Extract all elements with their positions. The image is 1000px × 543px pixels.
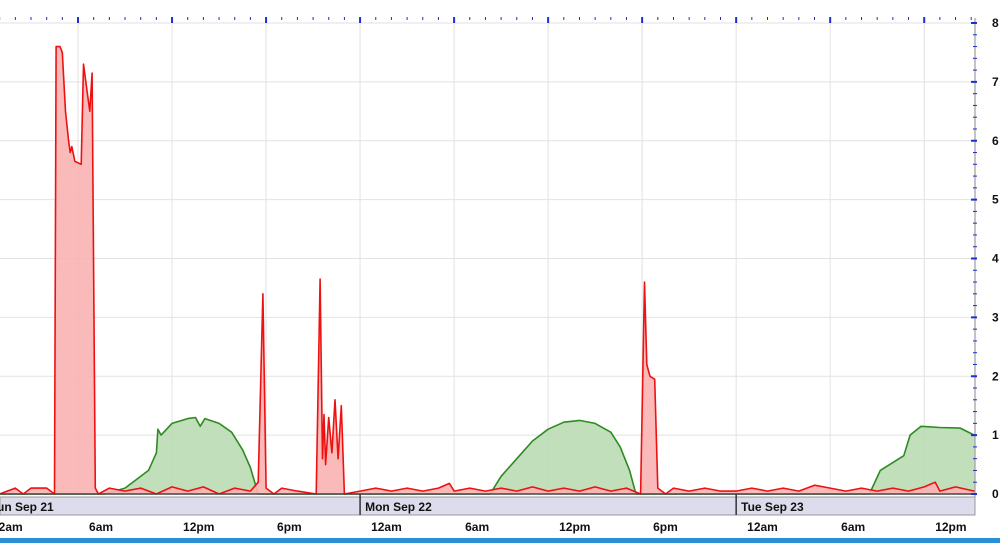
y-tick-label: 4 xyxy=(992,252,999,266)
y-tick-label: 3 xyxy=(992,310,999,324)
day-band xyxy=(0,496,976,516)
x-tick-label: 12pm xyxy=(183,520,214,534)
x-tick-label: 6am xyxy=(465,520,489,534)
day-label: Tue Sep 23 xyxy=(741,500,804,514)
x-tick-label: 12pm xyxy=(559,520,590,534)
y-tick-label: 6 xyxy=(992,134,999,148)
x-tick-label: 12pm xyxy=(935,520,966,534)
x-tick-label: 12am xyxy=(371,520,402,534)
x-tick-label: 6pm xyxy=(277,520,302,534)
bottom-border xyxy=(0,538,1000,543)
y-tick-label: 5 xyxy=(992,193,999,207)
x-tick-label: 6am xyxy=(89,520,113,534)
y-tick-label: 1 xyxy=(992,428,999,442)
y-tick-label: 8 xyxy=(992,16,999,30)
y-tick-label: 7 xyxy=(992,75,999,89)
time-series-chart: 0 1 2 3 4 5 6 7 8 12am 6am 12pm 6pm 12am 6am 12pm 6pm 12a… xyxy=(0,16,1000,543)
x-tick-label: 12am xyxy=(0,520,23,534)
y-tick-label: 2 xyxy=(992,369,999,383)
y-tick-label: 0 xyxy=(992,487,999,501)
day-label: Sun Sep 21 xyxy=(0,500,54,514)
x-tick-label: 6pm xyxy=(653,520,678,534)
x-tick-label: 12am xyxy=(747,520,778,534)
x-tick-label: 6am xyxy=(841,520,865,534)
day-label: Mon Sep 22 xyxy=(365,500,432,514)
